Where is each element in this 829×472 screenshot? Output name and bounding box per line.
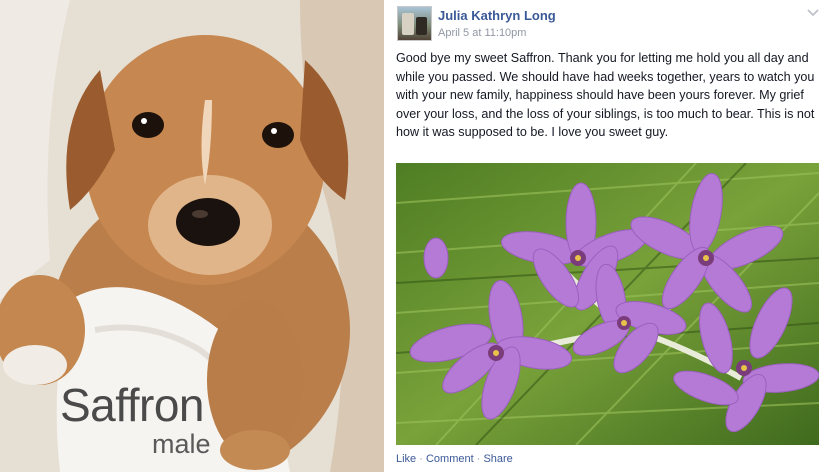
flowers-illustration xyxy=(396,163,819,445)
separator: · xyxy=(416,453,426,465)
facebook-post: Julia Kathryn Long April 5 at 11:10pm Go… xyxy=(388,0,829,472)
author-avatar[interactable] xyxy=(397,6,432,41)
puppy-photo: Saffron male xyxy=(0,0,384,472)
post-timestamp[interactable]: April 5 at 11:10pm xyxy=(438,27,526,39)
comment-link[interactable]: Comment xyxy=(426,453,474,465)
separator: · xyxy=(473,453,484,465)
post-actions: Like · Comment · Share xyxy=(396,453,513,465)
like-link[interactable]: Like xyxy=(396,453,416,465)
author-name-link[interactable]: Julia Kathryn Long xyxy=(438,8,556,23)
post-body-text: Good bye my sweet Saffron. Thank you for… xyxy=(396,51,815,140)
puppy-sex-caption: male xyxy=(152,429,211,459)
share-link[interactable]: Share xyxy=(483,453,512,465)
flowers-photo[interactable] xyxy=(396,163,819,445)
chevron-down-icon[interactable] xyxy=(807,8,819,18)
puppy-name-caption: Saffron xyxy=(60,379,204,431)
